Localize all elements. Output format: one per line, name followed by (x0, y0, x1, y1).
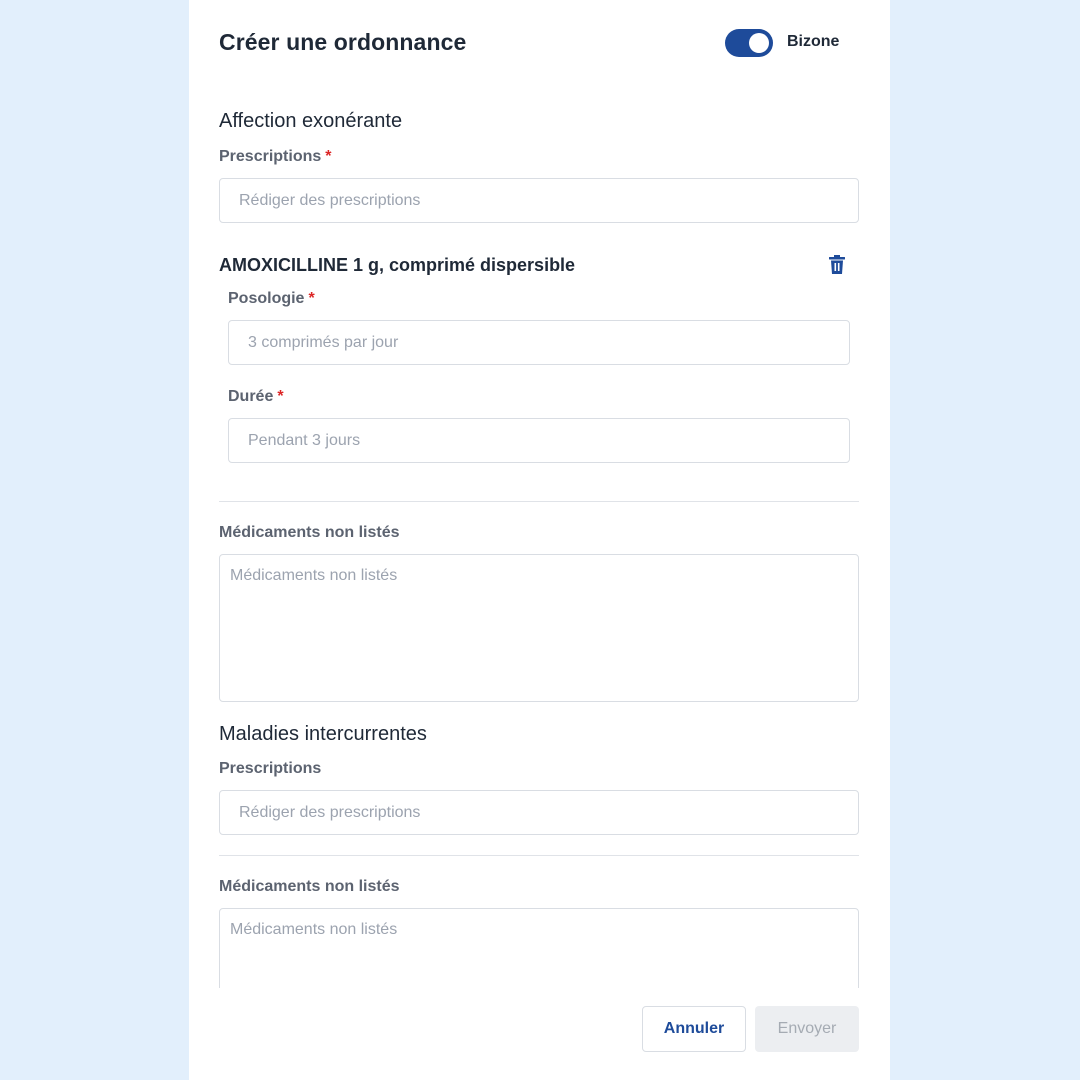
section-title-maladies-intercurrentes: Maladies intercurrentes (219, 723, 427, 745)
prescriptions-input-intercurrentes[interactable] (219, 790, 859, 835)
prescriptions-input[interactable] (219, 178, 859, 223)
posologie-label: Posologie * (228, 290, 315, 308)
toggle-knob (749, 33, 769, 53)
unlisted-medications-label: Médicaments non listés (219, 524, 400, 541)
bizone-toggle[interactable] (725, 29, 773, 57)
duree-label-text: Durée (228, 388, 274, 405)
page-title: Créer une ordonnance (219, 29, 467, 55)
medication-name: AMOXICILLINE 1 g, comprimé dispersible (219, 255, 576, 275)
prescription-panel: Créer une ordonnance Bizone Affection ex… (189, 0, 890, 1080)
posologie-label-text: Posologie (228, 290, 305, 307)
prescriptions-label-text: Prescriptions (219, 148, 322, 165)
unlisted-medications-textarea[interactable] (219, 554, 859, 702)
required-mark: * (277, 388, 284, 405)
unlisted-medications-label-intercurrentes: Médicaments non listés (219, 878, 400, 895)
form-scroll-area[interactable]: Créer une ordonnance Bizone Affection ex… (189, 0, 890, 988)
posologie-input[interactable] (228, 320, 850, 365)
divider (219, 501, 859, 502)
unlisted-medications-textarea-intercurrentes[interactable] (219, 908, 859, 988)
cancel-button[interactable]: Annuler (642, 1006, 746, 1052)
required-mark: * (325, 148, 332, 165)
required-mark: * (308, 290, 315, 307)
section-title-affection-exonerante: Affection exonérante (219, 110, 403, 132)
prescriptions-label: Prescriptions * (219, 148, 332, 166)
bizone-label: Bizone (787, 33, 840, 50)
send-button[interactable]: Envoyer (755, 1006, 859, 1052)
trash-icon[interactable] (828, 255, 846, 275)
duree-label: Durée * (228, 388, 284, 406)
duree-input[interactable] (228, 418, 850, 463)
divider (219, 855, 859, 856)
prescriptions-label-intercurrentes: Prescriptions (219, 760, 322, 777)
